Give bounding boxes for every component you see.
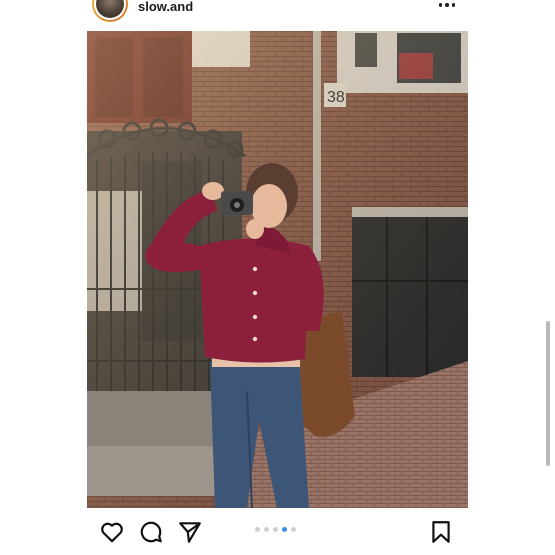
carousel-indicator bbox=[255, 527, 296, 532]
carousel-dot bbox=[255, 527, 260, 532]
username-link[interactable]: slow.and bbox=[138, 0, 193, 14]
post-header: slow.and bbox=[0, 0, 555, 22]
carousel-dot-active bbox=[282, 527, 287, 532]
avatar[interactable] bbox=[92, 0, 128, 22]
send-icon[interactable] bbox=[177, 519, 203, 545]
avatar-image bbox=[96, 0, 124, 18]
comment-icon[interactable] bbox=[138, 519, 164, 545]
carousel-dot bbox=[291, 527, 296, 532]
bookmark-icon[interactable] bbox=[428, 519, 454, 545]
scrollbar[interactable] bbox=[546, 321, 550, 466]
carousel-dot bbox=[264, 527, 269, 532]
post-photo-illustration: 38 bbox=[87, 31, 468, 508]
heart-icon[interactable] bbox=[99, 519, 125, 545]
more-horizontal-icon[interactable] bbox=[436, 0, 458, 10]
post-photo[interactable]: 38 bbox=[87, 31, 468, 508]
post-actions-bar bbox=[0, 508, 555, 555]
carousel-dot bbox=[273, 527, 278, 532]
